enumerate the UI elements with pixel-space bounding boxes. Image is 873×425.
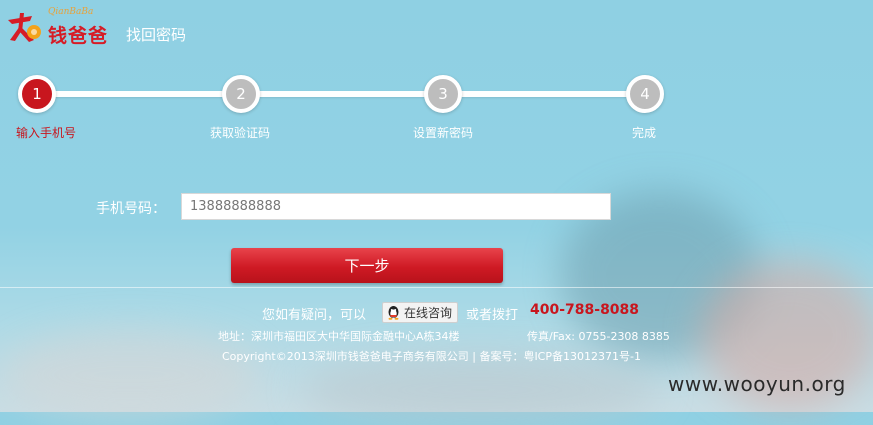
company-fax: 传真/Fax: 0755-2308 8385 xyxy=(527,330,670,343)
page-title: 找回密码 xyxy=(126,26,187,44)
company-address: 地址：深圳市福田区大中华国际金融中心A栋34楼 xyxy=(218,330,460,343)
help-call-text: 或者拨打 xyxy=(466,308,519,323)
logo-text: 钱爸爸 xyxy=(48,25,109,47)
online-consult-button[interactable]: 在线咨询 xyxy=(382,302,459,323)
help-row: 您如有疑问，可以 在线咨询 或者拨打 400-788-8088 xyxy=(0,300,873,323)
qq-penguin-icon xyxy=(388,306,399,320)
step-2-label: 获取验证码 xyxy=(209,126,270,140)
phone-label: 手机号码： xyxy=(96,201,166,217)
step-4-label: 完成 xyxy=(631,126,656,140)
next-step-button[interactable]: 下一步 xyxy=(231,248,503,283)
hotline-number: 400-788-8088 xyxy=(530,302,640,318)
progress-track xyxy=(36,91,644,97)
watermark-text: www.wooyun.org xyxy=(668,372,846,396)
step-3-number: 3 xyxy=(438,85,448,103)
logo-subtitle: QianBaBa xyxy=(48,7,94,17)
phone-input[interactable] xyxy=(181,193,611,220)
background-blur xyxy=(300,355,660,425)
step-2-circle: 2 xyxy=(222,75,260,113)
step-1-circle: 1 xyxy=(18,75,56,113)
step-3-label: 设置新密码 xyxy=(412,126,473,140)
step-1-label: 输入手机号 xyxy=(15,126,76,140)
step-1-number: 1 xyxy=(32,85,42,103)
copyright-text: Copyright©2013深圳市钱爸爸电子商务有限公司 | 备案号：粤ICP备… xyxy=(222,350,641,363)
step-2-number: 2 xyxy=(236,85,246,103)
online-consult-label: 在线咨询 xyxy=(404,306,453,320)
logo-mark-icon xyxy=(8,13,41,42)
progress-steps: 1 2 3 4 输入手机号 获取验证码 设置新密码 完成 xyxy=(0,72,873,142)
step-4-circle: 4 xyxy=(626,75,664,113)
footer-divider xyxy=(0,287,873,288)
step-4-number: 4 xyxy=(640,85,650,103)
header: QianBaBa 钱爸爸 找回密码 xyxy=(0,0,873,60)
step-3-circle: 3 xyxy=(424,75,462,113)
help-prefix-text: 您如有疑问，可以 xyxy=(262,308,367,323)
brand-logo[interactable]: QianBaBa 钱爸爸 xyxy=(4,4,114,47)
